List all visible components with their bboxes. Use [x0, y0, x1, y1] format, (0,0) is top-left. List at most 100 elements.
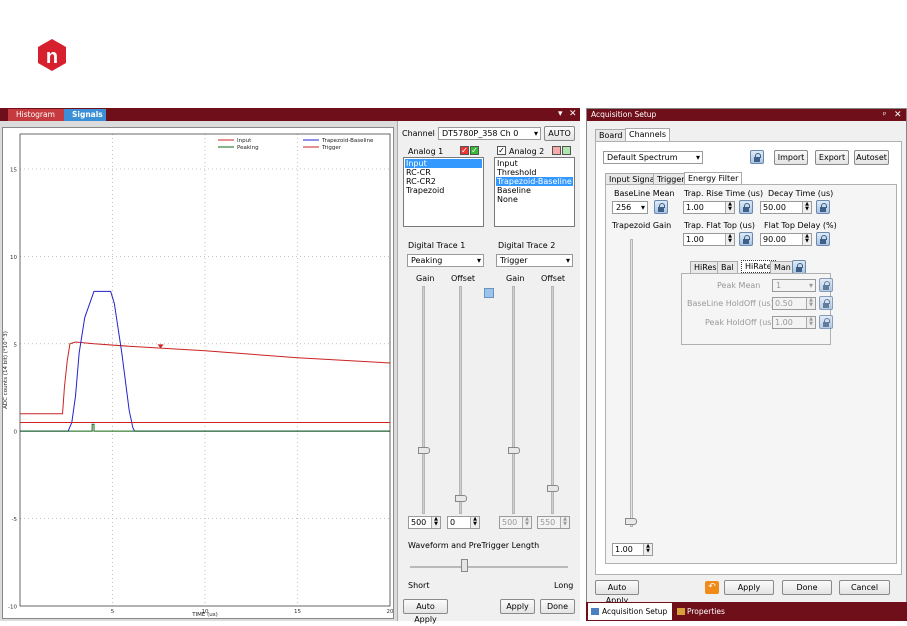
- close-icon[interactable]: ✕: [894, 109, 902, 121]
- list-item[interactable]: Input: [405, 159, 482, 168]
- rise-spinner[interactable]: 1.00 ▲ ▼: [683, 201, 735, 214]
- lock-icon[interactable]: [819, 296, 833, 310]
- gain2-slider-thumb[interactable]: [508, 447, 520, 454]
- auto-apply-button[interactable]: Auto Apply: [595, 580, 639, 605]
- import-button[interactable]: Import: [774, 150, 808, 165]
- gain2-label: Gain: [506, 274, 525, 283]
- done-button[interactable]: Done: [782, 580, 832, 595]
- acquisition-title: Acquisition Setup: [587, 109, 906, 121]
- gain1-spinner[interactable]: 500 ▲ ▼: [408, 516, 441, 529]
- list-item[interactable]: Threshold: [496, 168, 573, 177]
- pin-icon[interactable]: ᵖ: [883, 109, 886, 121]
- pk-holdoff-spinner[interactable]: 1.00 ▲ ▼: [772, 316, 816, 329]
- waveform-slider-thumb[interactable]: [461, 559, 468, 572]
- waveform-slider[interactable]: [410, 566, 568, 568]
- trap-gain-spinner[interactable]: 1.00 ▲ ▼: [612, 543, 653, 556]
- undo-icon[interactable]: ↶: [705, 581, 719, 594]
- offset2-value: 550: [540, 518, 556, 527]
- analog2-checkbox[interactable]: ✓: [497, 146, 506, 155]
- tab-properties-label: Properties: [687, 607, 725, 616]
- lock-icon[interactable]: [654, 200, 668, 214]
- y-tick-label: -10: [8, 605, 17, 611]
- pin-icon[interactable]: ▾: [558, 108, 563, 121]
- tab-signals[interactable]: Signals: [64, 109, 106, 121]
- offset1-slider-thumb[interactable]: [455, 495, 467, 502]
- x-tick-label: 5: [111, 609, 115, 615]
- signal-plot[interactable]: 15 10 5 0 -5 -10 5 10 15 20 TIME (us) ADC counts (1…: [2, 127, 394, 619]
- export-button[interactable]: Export: [815, 150, 849, 165]
- trap-gain-value: 1.00: [615, 545, 633, 554]
- gain1-value: 500: [411, 518, 427, 527]
- list-item[interactable]: None: [496, 195, 573, 204]
- link-icon[interactable]: [484, 288, 494, 298]
- decay-label: Decay Time (us): [768, 189, 834, 198]
- tab-hires[interactable]: HiRes: [690, 261, 721, 273]
- bl-holdoff-spinner[interactable]: 0.50 ▲ ▼: [772, 297, 816, 310]
- signal-chart[interactable]: 151050-5-105 10 15 20TIME (us)ADC counts (1…: [3, 128, 394, 618]
- tab-acquisition-setup[interactable]: Acquisition Setup: [588, 603, 672, 620]
- channels-panel: Default Spectrum Import Export Autoset I…: [595, 141, 902, 575]
- tab-histogram[interactable]: Histogram: [8, 109, 68, 121]
- apply-button[interactable]: Apply: [500, 599, 535, 614]
- delay-spinner[interactable]: 90.00 ▲ ▼: [760, 233, 812, 246]
- peak-mean-select[interactable]: 1: [772, 279, 816, 292]
- baseline-mean-select[interactable]: 256: [612, 201, 648, 214]
- analog2-check-green[interactable]: [562, 146, 571, 155]
- auto-apply-button[interactable]: Auto Apply: [403, 599, 448, 624]
- digital2-select[interactable]: Trigger: [496, 254, 573, 267]
- analog1-list[interactable]: Input RC-CR RC-CR2 Trapezoid: [403, 157, 484, 227]
- done-button[interactable]: Done: [540, 599, 575, 614]
- lock-icon[interactable]: [816, 232, 830, 246]
- tab-properties[interactable]: Properties: [675, 603, 745, 620]
- lock-icon[interactable]: [739, 200, 753, 214]
- close-icon[interactable]: ✕: [569, 108, 577, 121]
- lock-icon[interactable]: [819, 278, 833, 292]
- long-label: Long: [554, 581, 574, 590]
- gain1-slider[interactable]: [422, 286, 425, 514]
- gain1-slider-thumb[interactable]: [418, 447, 430, 454]
- preset-select[interactable]: Default Spectrum: [603, 151, 703, 164]
- digital1-select[interactable]: Peaking: [407, 254, 484, 267]
- gain2-spinner[interactable]: 500 ▲ ▼: [499, 516, 532, 529]
- trap-gain-slider-thumb[interactable]: [625, 518, 637, 525]
- lock-icon[interactable]: [792, 260, 806, 274]
- analog2-check-red[interactable]: [552, 146, 561, 155]
- lock-icon[interactable]: [750, 150, 764, 164]
- waveform-label: Waveform and PreTrigger Length: [408, 541, 540, 550]
- autoset-button[interactable]: Autoset: [854, 150, 889, 165]
- delay-label: Flat Top Delay (%): [764, 221, 837, 230]
- channel-select[interactable]: DT5780P_358 Ch 0: [438, 127, 541, 140]
- flat-spinner[interactable]: 1.00 ▲ ▼: [683, 233, 735, 246]
- trap-gain-slider[interactable]: [630, 239, 633, 527]
- lock-icon[interactable]: [816, 200, 830, 214]
- lock-icon[interactable]: [739, 232, 753, 246]
- list-item[interactable]: Trapezoid: [405, 186, 482, 195]
- offset1-spinner[interactable]: 0 ▲ ▼: [447, 516, 480, 529]
- list-item[interactable]: Trapezoid-Baseline: [496, 177, 573, 186]
- offset1-slider[interactable]: [459, 286, 462, 514]
- analog1-check-red[interactable]: ✓: [460, 146, 469, 155]
- decay-spinner[interactable]: 50.00 ▲ ▼: [760, 201, 812, 214]
- signals-tab-bar: Histogram Signals ▾ ✕: [0, 108, 580, 121]
- list-item[interactable]: RC-CR2: [405, 177, 482, 186]
- offset2-spinner[interactable]: 550 ▲ ▼: [537, 516, 570, 529]
- tab-channels[interactable]: Channels: [625, 128, 671, 141]
- cancel-button[interactable]: Cancel: [839, 580, 890, 595]
- y-tick-label: 15: [10, 167, 17, 173]
- lock-icon[interactable]: [819, 315, 833, 329]
- gain2-slider[interactable]: [512, 286, 515, 514]
- tab-bal[interactable]: Bal: [717, 261, 738, 273]
- plot-area: 15 10 5 0 -5 -10 5 10 15 20 TIME (us) ADC counts (1…: [0, 121, 397, 621]
- offset2-slider-thumb[interactable]: [547, 485, 559, 492]
- list-item[interactable]: RC-CR: [405, 168, 482, 177]
- analog2-list[interactable]: Input Threshold Trapezoid-Baseline Basel…: [494, 157, 575, 227]
- list-item[interactable]: Baseline: [496, 186, 573, 195]
- offset2-slider[interactable]: [551, 286, 554, 514]
- analog1-check-green[interactable]: ✓: [470, 146, 479, 155]
- auto-button[interactable]: AUTO: [544, 126, 575, 141]
- pk-holdoff-value: 1.00: [775, 318, 793, 327]
- signals-window: Histogram Signals ▾ ✕ 15 10 5 0 -5 -10 5 10 15 20…: [0, 108, 580, 624]
- list-item[interactable]: Input: [496, 159, 573, 168]
- tab-board[interactable]: Board: [595, 129, 627, 141]
- apply-button[interactable]: Apply: [724, 580, 774, 595]
